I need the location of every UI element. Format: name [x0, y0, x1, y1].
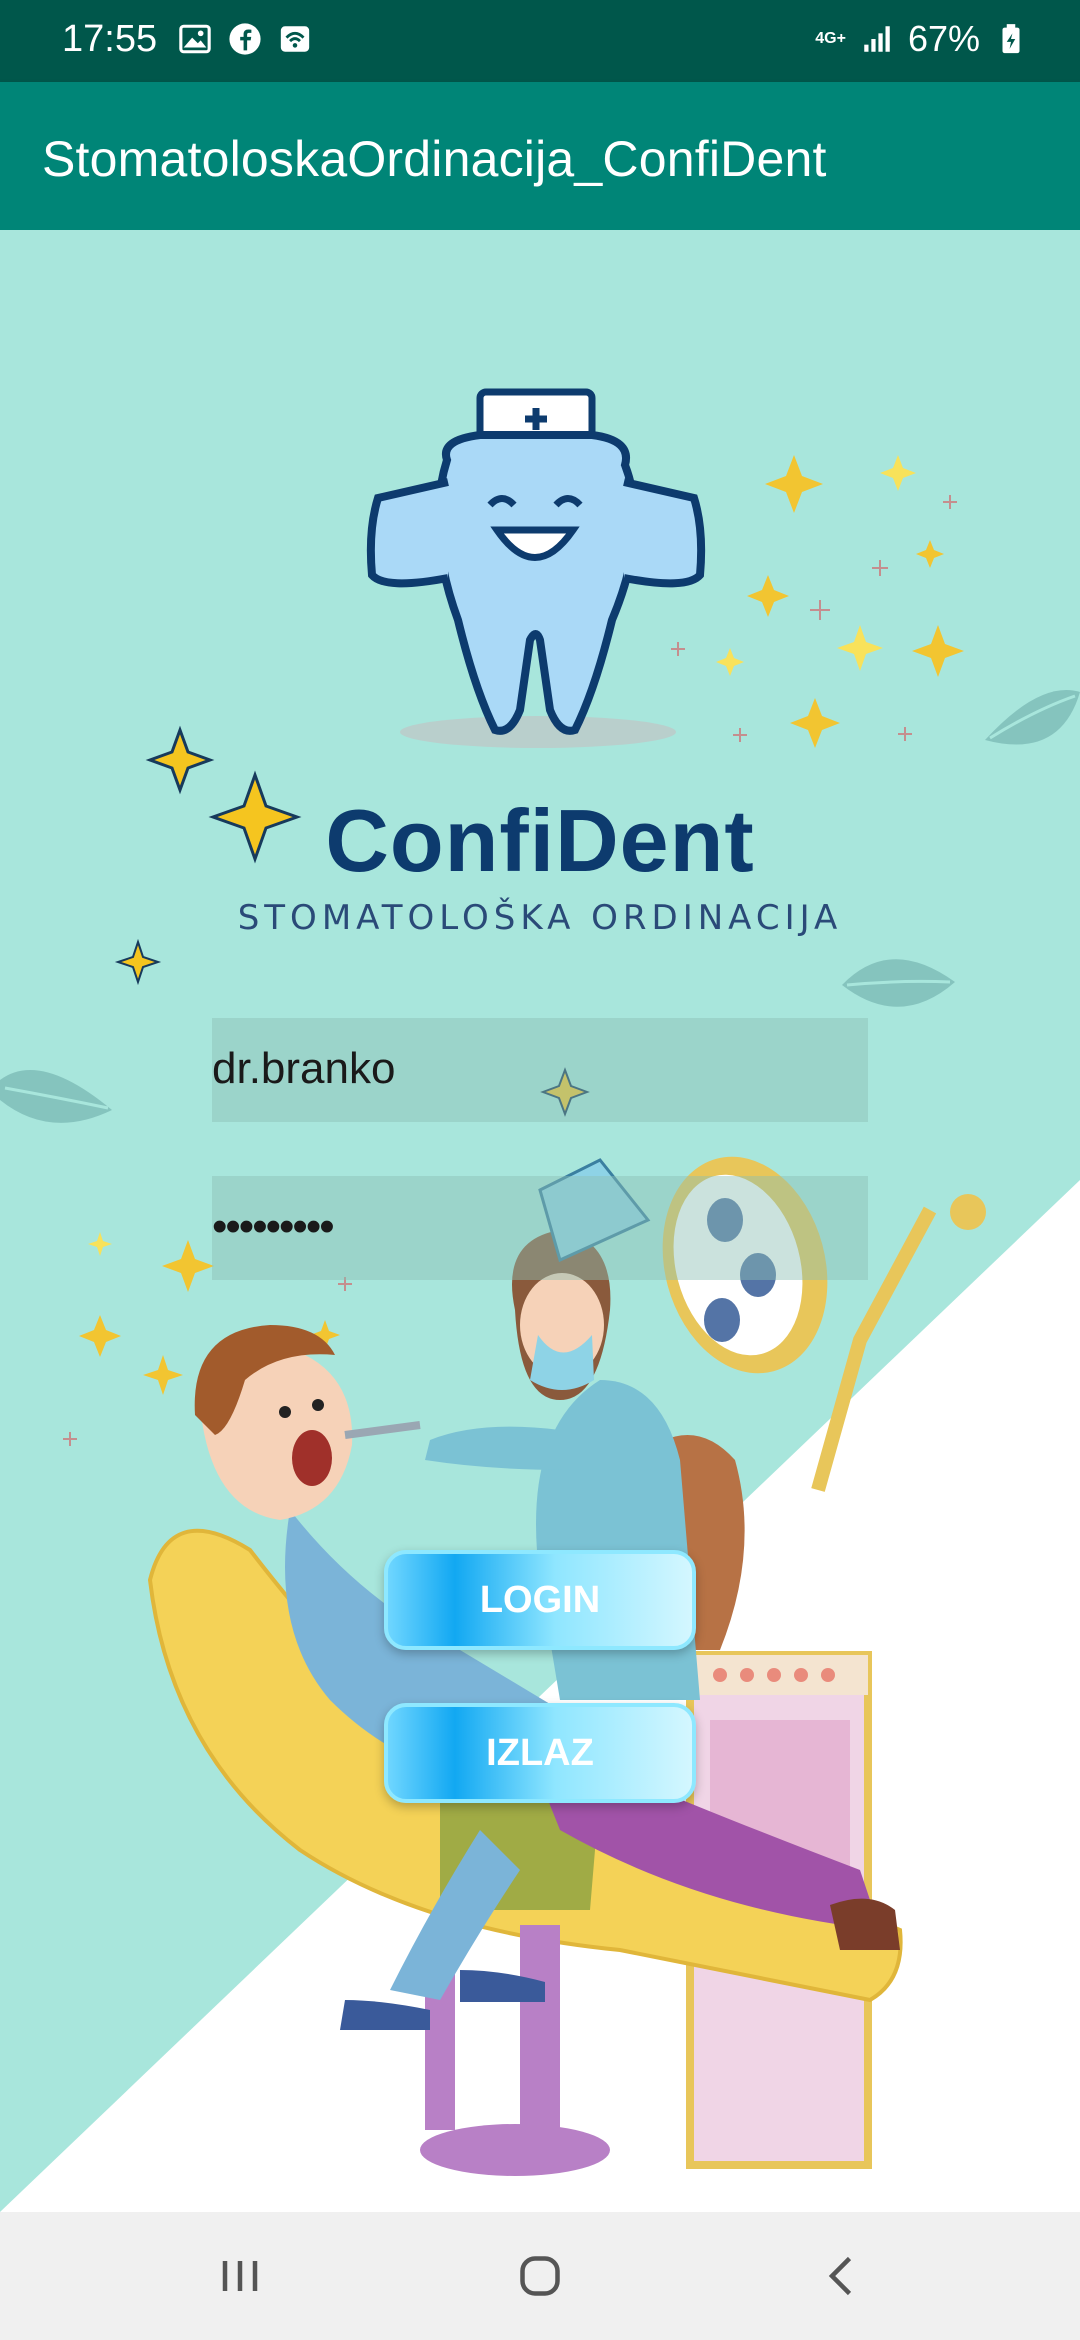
username-field[interactable]: dr.branko	[212, 1018, 868, 1122]
recent-apps-icon[interactable]	[210, 2246, 270, 2306]
navigation-bar	[0, 2212, 1080, 2340]
brand-subtitle: STOMATOLOŠKA ORDINACIJA	[237, 898, 843, 938]
app-title: StomatoloskaOrdinacija_ConfiDent	[42, 131, 827, 187]
password-field[interactable]: •••••••••	[212, 1176, 868, 1280]
home-icon[interactable]	[510, 2246, 570, 2306]
app-bar: StomatoloskaOrdinacija_ConfiDent	[0, 82, 1080, 230]
login-screen: ConfiDent STOMATOLOŠKA ORDINACIJA dr.bra…	[0, 230, 1080, 2212]
battery-percent: 67%	[907, 18, 980, 59]
notification-icons	[178, 22, 312, 56]
signal-icon	[864, 26, 890, 52]
login-button[interactable]: LOGIN	[384, 1550, 696, 1650]
status-time: 17:55	[62, 18, 158, 60]
gallery-icon	[179, 24, 211, 54]
exit-button[interactable]: IZLAZ	[384, 1703, 696, 1803]
battery-icon	[1002, 24, 1020, 54]
wifi-hotspot-icon	[280, 26, 310, 52]
network-4g-icon: 4G+	[815, 30, 846, 47]
facebook-icon	[229, 23, 261, 55]
status-bar: 17:55 4G+ 67%	[0, 0, 1080, 82]
back-icon[interactable]	[812, 2246, 872, 2306]
username-value: dr.branko	[212, 1044, 396, 1093]
password-value: •••••••••	[212, 1202, 335, 1251]
brand-name: ConfiDent	[325, 791, 755, 890]
system-icons: 4G+ 67%	[815, 18, 1028, 60]
